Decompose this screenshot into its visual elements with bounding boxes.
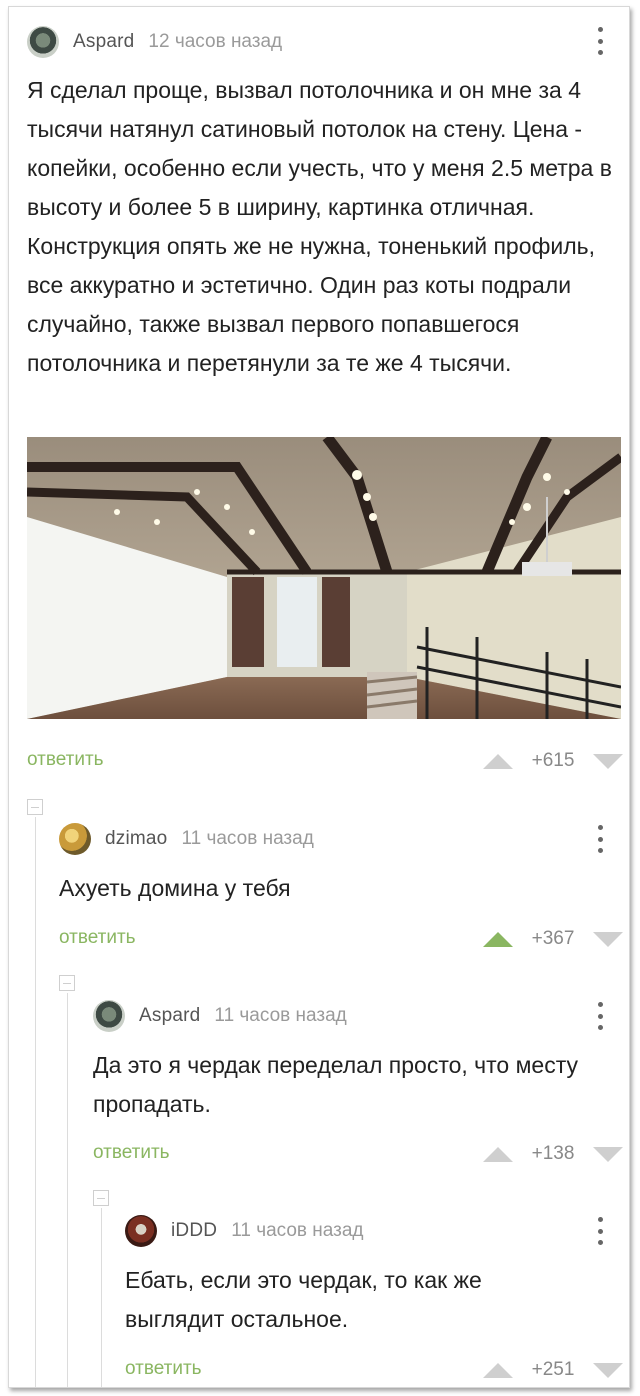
thread-line (35, 817, 36, 1387)
timestamp: 11 часов назад (214, 1005, 347, 1026)
avatar[interactable] (59, 823, 91, 855)
downvote-icon[interactable] (593, 753, 623, 769)
timestamp: 11 часов назад (231, 1220, 364, 1241)
attic-room-image (27, 437, 621, 719)
comment-header: iDDD 11 часов назад (125, 1214, 364, 1248)
more-options-icon[interactable] (597, 27, 603, 55)
attached-photo[interactable] (27, 437, 621, 719)
reply-link[interactable]: ответить (27, 749, 104, 771)
comment-thread: Aspard 12 часов назад Я сделал проще, вы… (8, 6, 630, 1388)
vote-control: +367 (483, 927, 623, 951)
username[interactable]: iDDD (171, 1220, 217, 1242)
upvote-icon[interactable] (483, 931, 513, 947)
timestamp: 12 часов назад (148, 31, 283, 52)
comment-header: Aspard 12 часов назад (27, 25, 282, 59)
comment-text: Ахуеть домина у тебя (59, 875, 291, 901)
thread-line (101, 1208, 102, 1387)
upvote-icon[interactable] (483, 753, 513, 769)
more-options-icon[interactable] (597, 825, 603, 853)
username[interactable]: Aspard (73, 31, 134, 53)
comment-text: Я сделал проще, вызвал потолочника и он … (27, 77, 612, 376)
upvote-icon[interactable] (483, 1362, 513, 1378)
comment-header: Aspard 11 часов назад (93, 999, 347, 1033)
reply-link[interactable]: ответить (59, 927, 136, 949)
collapse-thread-icon[interactable] (93, 1190, 109, 1206)
vote-score: +138 (531, 1143, 575, 1164)
vote-control: +251 (483, 1358, 623, 1382)
vote-control: +138 (483, 1142, 623, 1166)
thread-line (67, 993, 68, 1387)
comment-text: Да это я чердак переделал просто, что ме… (93, 1052, 579, 1117)
timestamp: 11 часов назад (181, 828, 314, 849)
vote-score: +251 (531, 1359, 575, 1380)
vote-control: +615 (483, 749, 623, 773)
comment-text: Ебать, если это чердак, то как же выгляд… (125, 1267, 482, 1332)
avatar[interactable] (27, 26, 59, 58)
downvote-icon[interactable] (593, 931, 623, 947)
username[interactable]: Aspard (139, 1005, 200, 1027)
downvote-icon[interactable] (593, 1362, 623, 1378)
reply-link[interactable]: ответить (93, 1142, 170, 1164)
reply-link[interactable]: ответить (125, 1358, 202, 1380)
vote-score: +367 (531, 928, 575, 949)
more-options-icon[interactable] (597, 1002, 603, 1030)
vote-score: +615 (531, 750, 575, 771)
downvote-icon[interactable] (593, 1146, 623, 1162)
avatar[interactable] (125, 1215, 157, 1247)
collapse-thread-icon[interactable] (27, 799, 43, 815)
avatar[interactable] (93, 1000, 125, 1032)
collapse-thread-icon[interactable] (59, 975, 75, 991)
upvote-icon[interactable] (483, 1146, 513, 1162)
comment-header: dzimao 11 часов назад (59, 822, 314, 856)
more-options-icon[interactable] (597, 1217, 603, 1245)
username[interactable]: dzimao (105, 828, 167, 850)
